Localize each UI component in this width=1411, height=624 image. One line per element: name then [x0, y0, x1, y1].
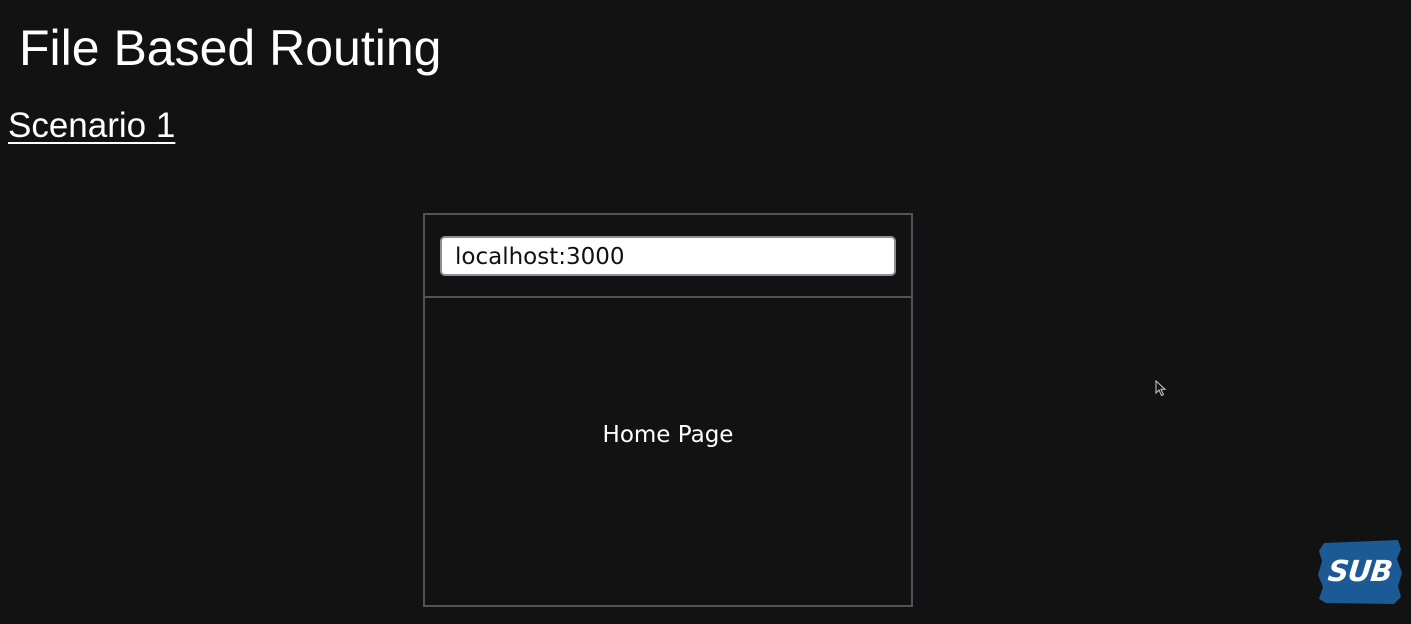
- browser-mockup: localhost:3000 Home Page: [423, 213, 913, 607]
- mouse-pointer-icon: [1155, 380, 1167, 397]
- subscribe-badge[interactable]: SUB: [1318, 539, 1402, 605]
- slide-title: File Based Routing: [19, 20, 442, 76]
- address-bar[interactable]: localhost:3000: [440, 236, 896, 276]
- browser-toolbar: localhost:3000: [425, 215, 911, 298]
- subscribe-badge-label: SUB: [1326, 554, 1394, 588]
- address-url: localhost:3000: [455, 244, 625, 270]
- page-label: Home Page: [602, 422, 734, 448]
- browser-page-content: Home Page: [425, 298, 911, 605]
- scenario-label: Scenario 1: [8, 106, 176, 145]
